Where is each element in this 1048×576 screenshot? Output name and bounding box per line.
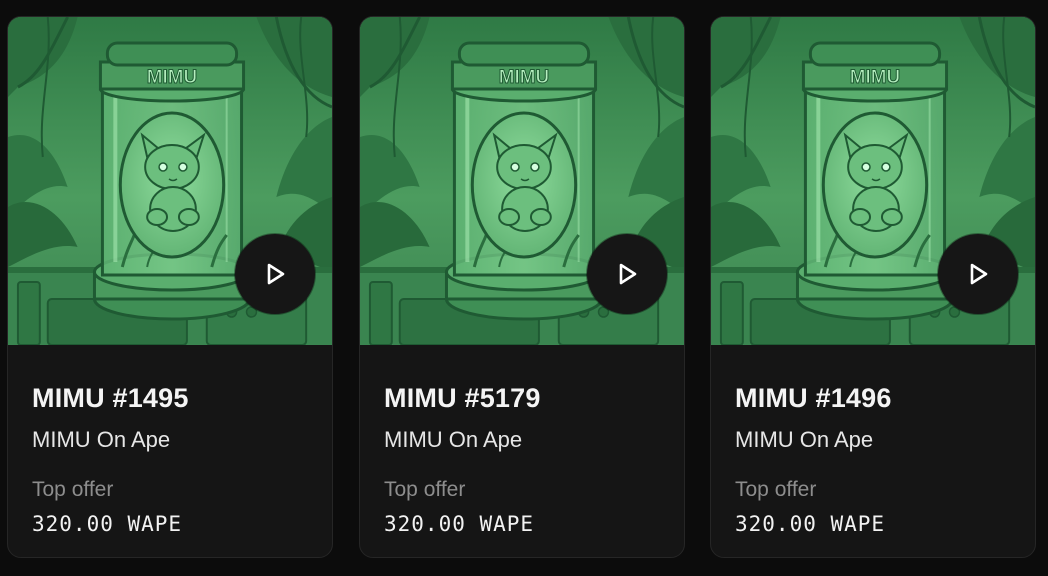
nft-info: MIMU #1496 MIMU On Ape Top offer 320.00 … — [711, 382, 1035, 537]
collection-name[interactable]: MIMU On Ape — [384, 426, 660, 454]
pod-label: MIMU — [147, 67, 197, 88]
pod-label: MIMU — [850, 67, 900, 88]
play-button[interactable] — [235, 234, 315, 314]
play-button[interactable] — [938, 234, 1018, 314]
play-icon — [970, 263, 988, 285]
top-offer-value: 320.00 WAPE — [384, 512, 535, 536]
nft-name[interactable]: MIMU #1496 — [735, 382, 1011, 414]
top-offer-label: Top offer — [735, 478, 817, 501]
play-button[interactable] — [587, 234, 667, 314]
nft-media[interactable]: MIMU — [711, 17, 1035, 345]
collection-name[interactable]: MIMU On Ape — [32, 426, 308, 454]
nft-info: MIMU #1495 MIMU On Ape Top offer 320.00 … — [8, 382, 332, 537]
nft-card[interactable]: MIMU MIMU #5179 MIMU On Ape Top offer 32… — [359, 16, 685, 558]
nft-info: MIMU #5179 MIMU On Ape Top offer 320.00 … — [360, 382, 684, 537]
top-offer-label: Top offer — [32, 478, 114, 501]
pod-label: MIMU — [499, 67, 549, 88]
nft-media[interactable]: MIMU — [360, 17, 684, 345]
collection-name[interactable]: MIMU On Ape — [735, 426, 1011, 454]
top-offer-value: 320.00 WAPE — [735, 512, 886, 536]
nft-card-grid: MIMU MIMU #1495 MIMU On Ape Top offer 32… — [0, 0, 1048, 576]
nft-media[interactable]: MIMU — [8, 17, 332, 345]
play-icon — [619, 263, 637, 285]
nft-card[interactable]: MIMU MIMU #1496 MIMU On Ape Top offer 32… — [710, 16, 1036, 558]
play-icon — [267, 263, 285, 285]
nft-card[interactable]: MIMU MIMU #1495 MIMU On Ape Top offer 32… — [7, 16, 333, 558]
top-offer-label: Top offer — [384, 478, 466, 501]
nft-name[interactable]: MIMU #5179 — [384, 382, 660, 414]
nft-name[interactable]: MIMU #1495 — [32, 382, 308, 414]
top-offer-value: 320.00 WAPE — [32, 512, 183, 536]
